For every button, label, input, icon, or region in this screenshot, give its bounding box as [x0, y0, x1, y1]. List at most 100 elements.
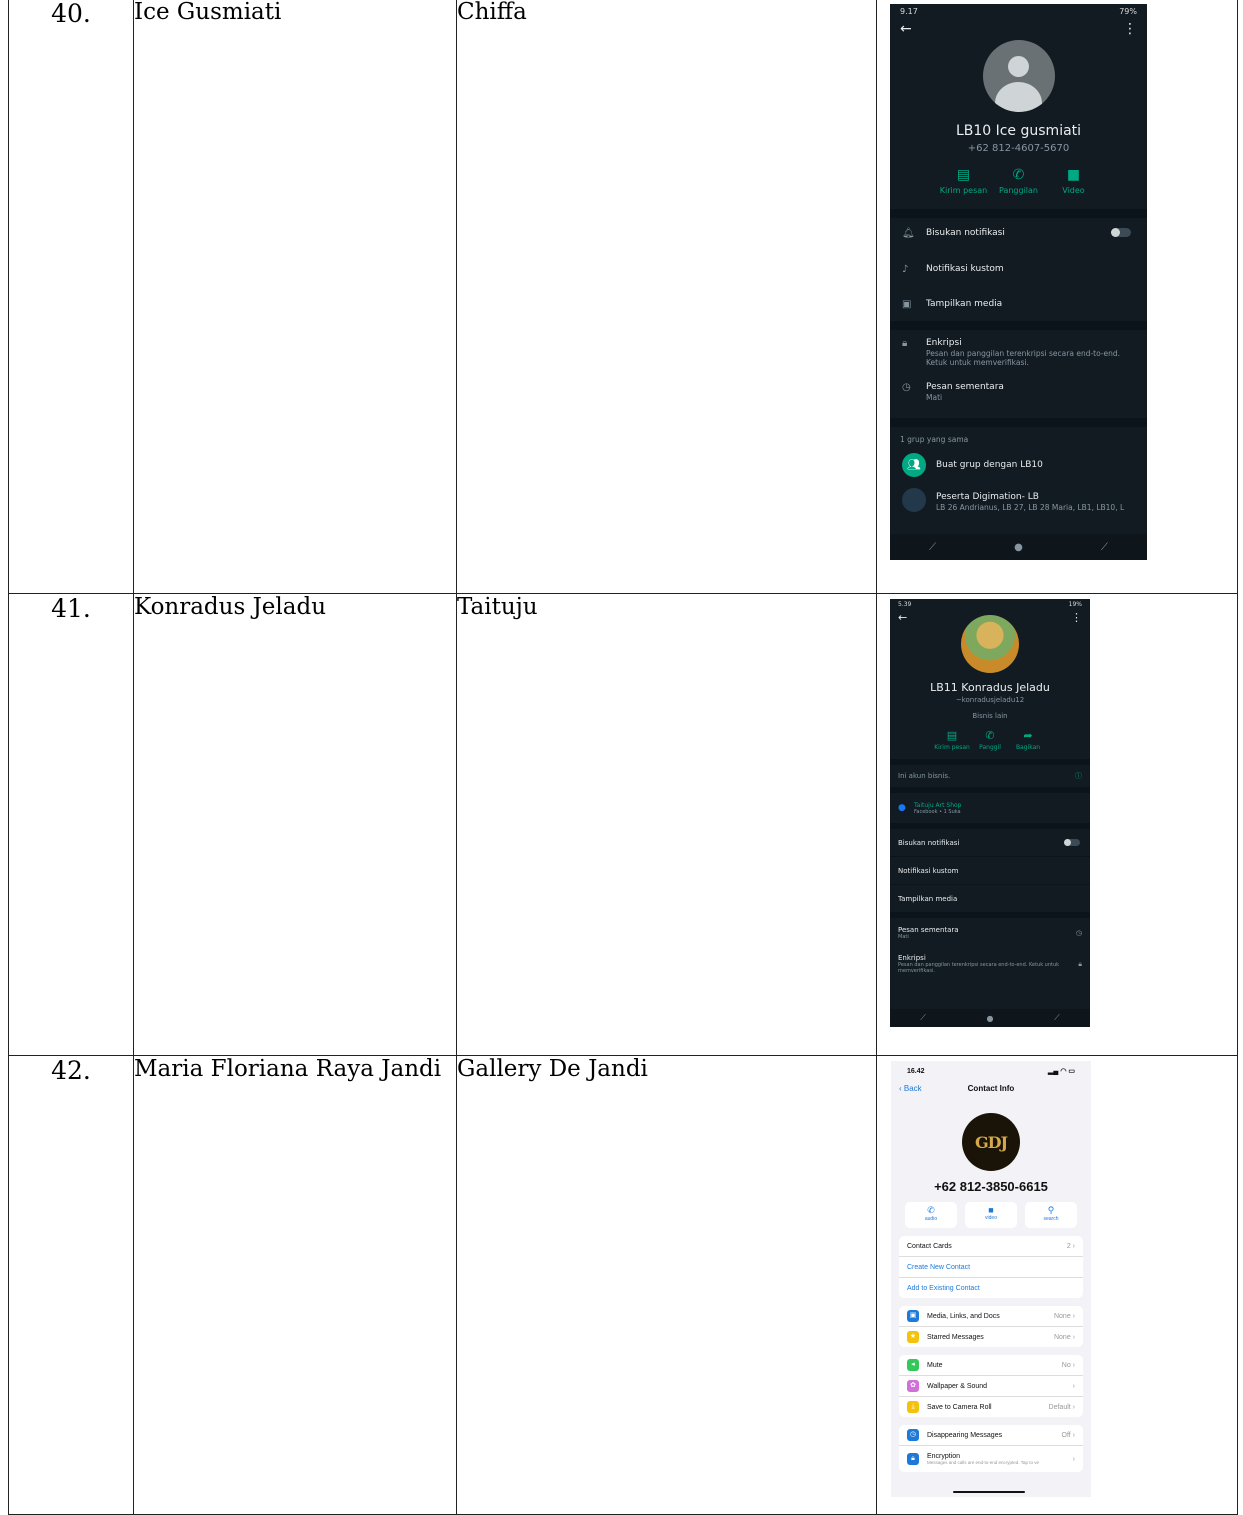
- business-name: Gallery De Jandi: [456, 1055, 877, 1515]
- show-media-item[interactable]: Tampilkan media: [890, 885, 1090, 912]
- mute-toggle[interactable]: [1064, 839, 1080, 846]
- status-time: 5.39: [898, 600, 912, 608]
- timer-icon: ◷: [907, 1429, 919, 1441]
- nav-left-icon[interactable]: ⟋: [920, 1013, 926, 1023]
- chevron-right-icon: ›: [1070, 1242, 1075, 1250]
- avatar[interactable]: [982, 40, 1055, 112]
- disappearing-value: Mati: [926, 393, 943, 402]
- mute-row[interactable]: ◂ Mute No ›: [899, 1355, 1083, 1376]
- encryption-desc: Pesan dan panggilan terenkripsi secara e…: [926, 349, 1121, 367]
- encryption-desc: Pesan dan panggilan terenkripsi secara e…: [898, 962, 1060, 974]
- home-indicator: [953, 1491, 1025, 1493]
- media-group: ▣ Media, Links, and Docs None › ★ Starred M…: [899, 1306, 1083, 1347]
- message-button[interactable]: ▤ Kirim pesan: [933, 728, 971, 751]
- mute-toggle[interactable]: [1111, 228, 1131, 237]
- media-docs-label: Media, Links, and Docs: [927, 1312, 1000, 1320]
- search-button[interactable]: ⚲ search: [1025, 1202, 1077, 1228]
- facebook-page-item[interactable]: ● Taituju Art Shop Facebook • 1 Suka: [890, 793, 1090, 823]
- timer-icon: ◷: [1075, 929, 1082, 937]
- video-icon: ■: [988, 1205, 994, 1215]
- wallpaper-label: Wallpaper & Sound: [927, 1382, 988, 1390]
- add-existing-row[interactable]: Add to Existing Contact: [899, 1278, 1083, 1298]
- contact-cards-row[interactable]: Contact Cards 2 ›: [899, 1236, 1083, 1257]
- screenshot-cell: 5.39 19% ← ⋮ LB11 Konradus Jeladu ~konra…: [876, 593, 1238, 1056]
- contacts-table: 40. Ice Gusmiati Chiffa 9.17 79% ← ⋮ LB1…: [8, 0, 1238, 1515]
- show-media-label: Tampilkan media: [926, 299, 1003, 309]
- group-members: LB 26 Andrianus, LB 27, LB 28 Maria, LB1…: [936, 502, 1125, 512]
- screenshot-cell: 16.42 ▂▄ ◠ ▭ ‹ Back Contact Info GDJ +62…: [876, 1055, 1238, 1515]
- custom-notification-item[interactable]: ♪ Notifikasi kustom: [890, 264, 1147, 290]
- audio-button[interactable]: ✆ audio: [905, 1202, 957, 1228]
- message-icon: ▤: [946, 729, 958, 742]
- encryption-row[interactable]: 🔒︎ Encryption Messages and calls are end-t…: [899, 1446, 1083, 1472]
- chevron-right-icon: ›: [1072, 1455, 1075, 1463]
- save-camera-value: Default: [1048, 1403, 1071, 1411]
- nav-right-icon[interactable]: ⟋: [1054, 1013, 1060, 1023]
- status-bar: 9.17 79%: [890, 4, 1147, 18]
- nav-left-icon[interactable]: ⟋: [929, 542, 936, 553]
- group-item[interactable]: Peserta Digimation- LB LB 26 Andrianus, …: [890, 488, 1147, 515]
- nav-right-icon[interactable]: ⟋: [1101, 542, 1108, 553]
- message-button[interactable]: ▤ Kirim pesan: [936, 164, 991, 195]
- disappearing-messages-item[interactable]: Pesan sementara Mati ◷: [890, 918, 1090, 948]
- nav-home-icon[interactable]: ●: [987, 1014, 994, 1023]
- divider: [890, 209, 1147, 218]
- row-number: 40.: [8, 0, 134, 594]
- starred-row[interactable]: ★ Starred Messages None ›: [899, 1327, 1083, 1347]
- save-camera-row[interactable]: ⤓ Save to Camera Roll Default ›: [899, 1397, 1083, 1417]
- lock-icon: 🔒︎: [1078, 959, 1082, 968]
- call-label: Panggilan: [998, 186, 1038, 195]
- encryption-item[interactable]: Enkripsi Pesan dan panggilan terenkripsi…: [890, 948, 1090, 980]
- call-button[interactable]: ✆ Panggil: [971, 728, 1009, 751]
- facebook-icon: ●: [898, 803, 906, 813]
- business-note-item[interactable]: Ini akun bisnis. ⓘ: [890, 765, 1090, 787]
- wallpaper-row[interactable]: ✿ Wallpaper & Sound ›: [899, 1376, 1083, 1397]
- lock-icon: 🔒︎: [902, 338, 908, 349]
- ios-contact-info-screen: 16.42 ▂▄ ◠ ▭ ‹ Back Contact Info GDJ +62…: [891, 1061, 1091, 1497]
- disappearing-row[interactable]: ◷ Disappearing Messages Off ›: [899, 1425, 1083, 1446]
- create-contact-label: Create New Contact: [907, 1263, 971, 1271]
- search-icon: ⚲: [1047, 1205, 1055, 1215]
- mute-value: No: [1061, 1361, 1071, 1369]
- back-arrow-icon[interactable]: ←: [900, 21, 912, 37]
- info-icon: ⓘ: [1075, 772, 1082, 780]
- avatar[interactable]: [961, 615, 1019, 673]
- media-docs-row[interactable]: ▣ Media, Links, and Docs None ›: [899, 1306, 1083, 1327]
- video-button[interactable]: ■ Video: [1046, 164, 1101, 195]
- more-options-icon[interactable]: ⋮: [1123, 21, 1137, 37]
- disappearing-value: Mati: [898, 934, 909, 940]
- encryption-label: Enkripsi: [898, 954, 926, 962]
- facebook-page-name: Taituju Art Shop: [914, 801, 962, 809]
- more-options-icon[interactable]: ⋮: [1071, 611, 1082, 624]
- starred-value: None: [1053, 1333, 1071, 1341]
- disappearing-label: Pesan sementara: [926, 382, 1004, 392]
- signal-wifi-battery-icon: ▂▄ ◠ ▭: [1048, 1068, 1075, 1075]
- mute-notifications-item[interactable]: 🔔︎ Bisukan notifikasi: [890, 228, 1147, 254]
- nav-home-icon[interactable]: ●: [1014, 542, 1023, 553]
- mute-notifications-item[interactable]: Bisukan notifikasi: [890, 829, 1090, 857]
- disappearing-messages-item[interactable]: ◷ Pesan sementara Mati: [890, 382, 1147, 418]
- custom-notification-item[interactable]: Notifikasi kustom: [890, 857, 1090, 885]
- disappearing-value: Off: [1061, 1431, 1071, 1439]
- share-label: Bagikan: [1015, 744, 1041, 751]
- message-label: Kirim pesan: [939, 186, 988, 195]
- encryption-item[interactable]: 🔒︎ Enkripsi Pesan dan panggilan terenkri…: [890, 338, 1147, 382]
- create-contact-row[interactable]: Create New Contact: [899, 1257, 1083, 1278]
- share-icon: ➦: [1023, 729, 1033, 742]
- call-button[interactable]: ✆ Panggilan: [991, 164, 1046, 195]
- owner-name: Maria Floriana Raya Jandi: [133, 1055, 457, 1515]
- contact-username: ~konradusjeladu12: [955, 696, 1025, 704]
- back-arrow-icon[interactable]: ←: [898, 611, 907, 624]
- video-label: video: [985, 1215, 997, 1221]
- top-bar: ← ⋮: [890, 18, 1147, 40]
- save-camera-label: Save to Camera Roll: [927, 1403, 992, 1411]
- chevron-right-icon: ›: [1070, 1312, 1075, 1320]
- share-button[interactable]: ➦ Bagikan: [1009, 728, 1047, 751]
- image-icon: ▣: [902, 299, 912, 310]
- gallery-logo[interactable]: GDJ: [962, 1113, 1020, 1171]
- contact-name: LB11 Konradus Jeladu: [930, 681, 1050, 694]
- show-media-item[interactable]: ▣ Tampilkan media: [890, 299, 1147, 321]
- video-button[interactable]: ■ video: [965, 1202, 1017, 1228]
- create-group-item[interactable]: 👥︎ Buat grup dengan LB10: [890, 452, 1147, 478]
- table-row: 41. Konradus Jeladu Taituju 5.39 19% ← ⋮…: [8, 593, 1238, 1056]
